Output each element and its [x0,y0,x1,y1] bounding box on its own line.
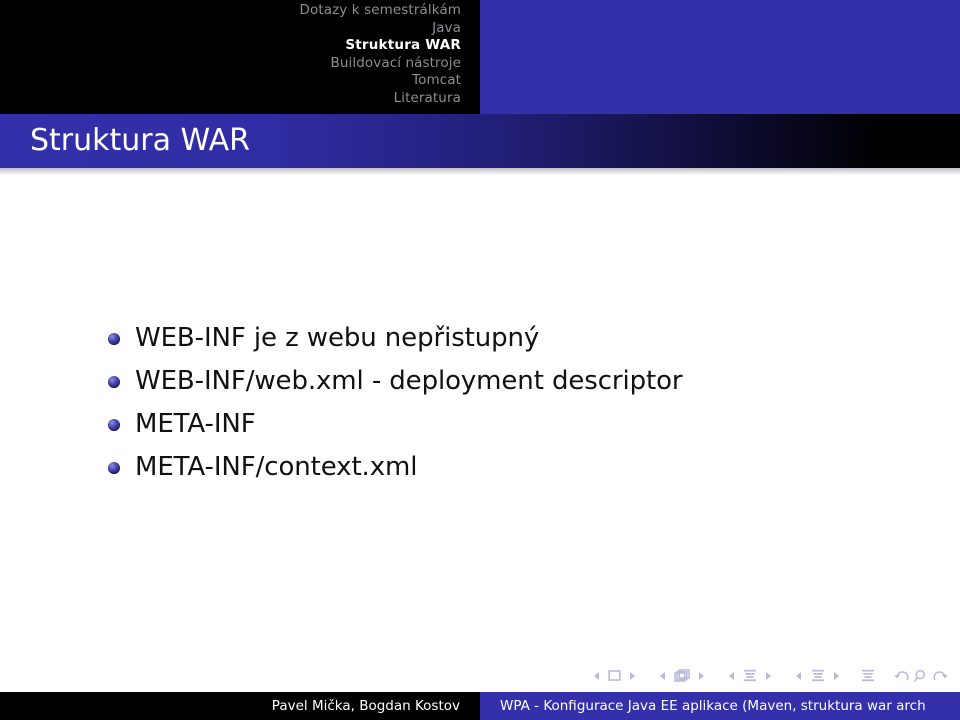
section-navigation-group [793,665,841,684]
nav-item-java[interactable]: Java [0,20,461,38]
frame-stack-icon[interactable] [674,669,690,682]
footer-presentation-title: WPA - Konfigurace Java EE aplikace (Mave… [500,698,926,714]
list-item: META-INF [108,408,908,442]
next-section-triangle-icon[interactable] [833,671,839,680]
prev-slide-triangle-icon[interactable] [593,671,600,680]
title-bar-shadow [0,168,960,175]
nav-item-literatura[interactable]: Literatura [0,90,461,108]
search-icon[interactable] [913,669,928,683]
prev-section-triangle-icon[interactable] [796,671,802,680]
next-subsection-triangle-icon[interactable] [765,671,772,680]
section-navigation-list: Dotazy k semestrálkám Java Struktura WAR… [0,2,461,107]
list-item-label: META-INF [135,409,256,439]
footer-authors: Pavel Mička, Bogdan Kostov [271,698,460,714]
bullet-ball-icon [108,462,120,474]
slide-content: WEB-INF je z webu nepřistupný WEB-INF/we… [0,175,960,655]
back-arrow-icon[interactable] [894,669,909,683]
forward-arrow-icon[interactable] [933,669,948,683]
list-item: META-INF/context.xml [108,451,908,485]
frame-title-bar: Struktura WAR [0,114,960,168]
next-frame-triangle-icon[interactable] [698,671,705,680]
slide-footer: Pavel Mička, Bogdan Kostov WPA - Konfigu… [0,692,960,720]
bullet-ball-icon [108,376,120,388]
frame-navigation-group [657,665,707,684]
nav-item-buildovaci-nastroje[interactable]: Buildovací nástroje [0,55,461,73]
subsection-lines-icon[interactable] [743,669,757,682]
history-navigation-group [894,665,948,684]
nav-item-tomcat[interactable]: Tomcat [0,72,461,90]
presentation-navigation-group [861,665,875,684]
slide-header: Dotazy k semestrálkám Java Struktura WAR… [0,0,960,114]
list-item-label: META-INF/context.xml [135,452,418,482]
section-lines-icon[interactable] [811,669,825,682]
bullet-ball-icon [108,333,120,345]
slide-square-icon[interactable] [608,670,621,681]
next-slide-triangle-icon[interactable] [629,671,635,680]
nav-item-struktura-war[interactable]: Struktura WAR [0,37,461,55]
page-title: Struktura WAR [30,122,250,158]
document-lines-icon[interactable] [861,669,875,682]
beamer-navigation-symbols [0,664,948,686]
bullet-ball-icon [108,419,120,431]
list-item: WEB-INF je z webu nepřistupný [108,322,908,356]
bullet-list: WEB-INF je z webu nepřistupný WEB-INF/we… [108,322,908,494]
list-item-label: WEB-INF/web.xml - deployment descriptor [135,366,683,396]
list-item-label: WEB-INF je z webu nepřistupný [135,323,540,353]
slide-navigation-group [591,665,638,684]
nav-item-dotazy[interactable]: Dotazy k semestrálkám [0,2,461,20]
prev-frame-triangle-icon[interactable] [659,671,666,680]
prev-subsection-triangle-icon[interactable] [729,671,735,680]
subsection-navigation-group [726,665,774,684]
list-item: WEB-INF/web.xml - deployment descriptor [108,365,908,399]
